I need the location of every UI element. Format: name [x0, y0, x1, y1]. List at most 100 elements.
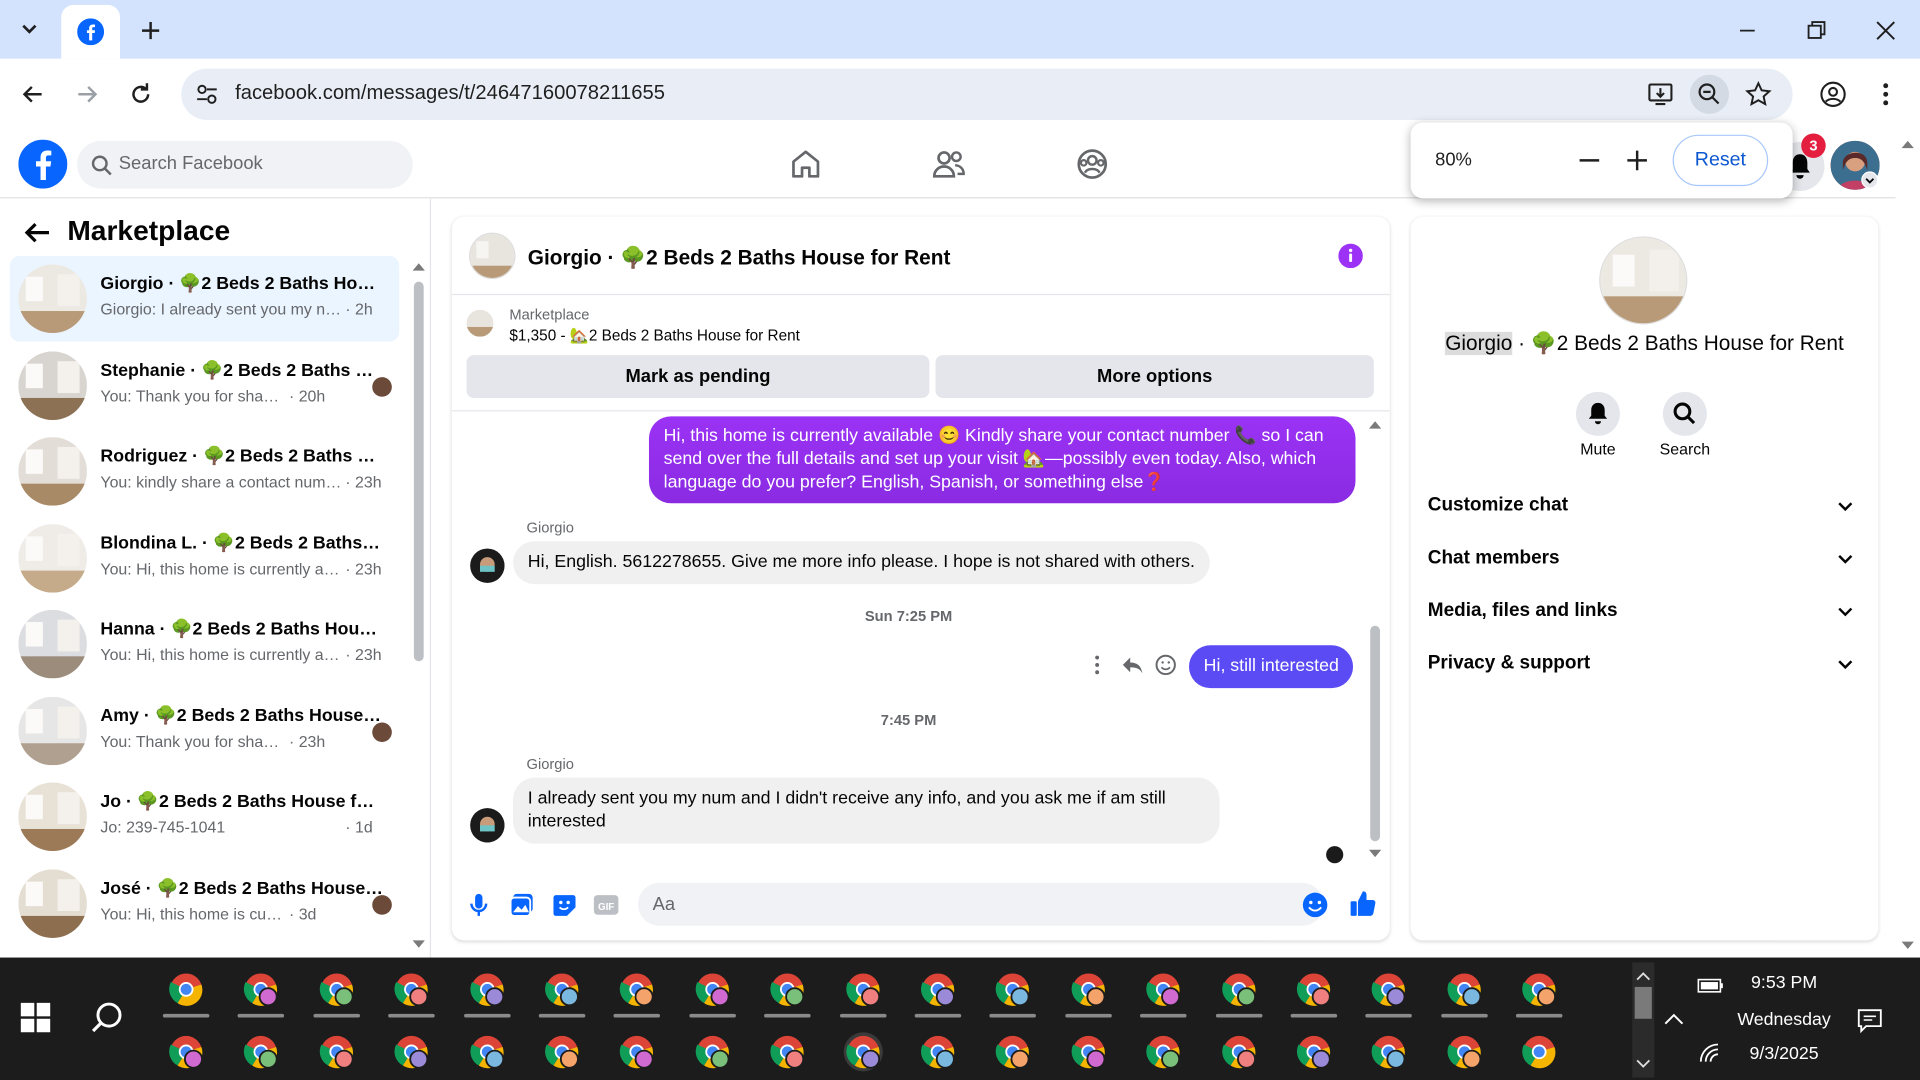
- page-scroll-up-icon[interactable]: [1900, 137, 1915, 149]
- chrome-taskbar-icon[interactable]: [167, 970, 206, 1009]
- clock-time[interactable]: 9:53 PM: [1729, 973, 1839, 993]
- gif-icon[interactable]: GIF: [593, 891, 620, 918]
- details-section-customize-chat[interactable]: Customize chat: [1428, 489, 1859, 526]
- chrome-taskbar-icon[interactable]: [768, 1032, 807, 1071]
- conversation-scrollbar[interactable]: [413, 281, 424, 662]
- chrome-taskbar-icon[interactable]: [317, 970, 356, 1009]
- message-incoming[interactable]: Hi, English. 5612278655. Give me more in…: [513, 541, 1210, 585]
- chat-scroll-up-icon[interactable]: [1368, 418, 1383, 430]
- chrome-taskbar-icon[interactable]: [1369, 970, 1408, 1009]
- chat-scroll-down-icon[interactable]: [1368, 849, 1383, 861]
- voice-clip-icon[interactable]: [467, 891, 491, 918]
- restore-button[interactable]: [1800, 15, 1832, 47]
- chrome-taskbar-icon[interactable]: [843, 1032, 883, 1072]
- chrome-taskbar-icon[interactable]: [167, 1032, 206, 1071]
- search-conversation-button[interactable]: [1662, 391, 1707, 436]
- chrome-taskbar-icon[interactable]: [467, 1032, 506, 1071]
- page-scroll-down-icon[interactable]: [1900, 940, 1915, 952]
- chrome-taskbar-icon[interactable]: [693, 970, 732, 1009]
- chrome-taskbar-icon[interactable]: [1520, 970, 1559, 1009]
- conversation-item[interactable]: Hanna · 🌳2 Beds 2 Baths House for Rent Yo…: [10, 601, 399, 687]
- zoom-reset-button[interactable]: Reset: [1672, 134, 1769, 187]
- back-arrow-icon[interactable]: [22, 218, 54, 247]
- browser-menu-icon[interactable]: [1873, 80, 1897, 109]
- chrome-taskbar-icon[interactable]: [1219, 1032, 1258, 1071]
- sender-avatar[interactable]: [470, 808, 505, 843]
- chat-avatar[interactable]: [468, 232, 516, 280]
- message-incoming[interactable]: I already sent you my num and I didn't r…: [513, 777, 1220, 844]
- chrome-taskbar-icon[interactable]: [618, 970, 657, 1009]
- chrome-taskbar-icon[interactable]: [1219, 970, 1258, 1009]
- zoom-icon[interactable]: [1689, 74, 1729, 114]
- chrome-taskbar-icon[interactable]: [1144, 970, 1183, 1009]
- sender-avatar[interactable]: [470, 548, 505, 583]
- clock-day[interactable]: Wednesday: [1729, 1010, 1839, 1030]
- photo-icon[interactable]: [508, 891, 535, 918]
- chrome-taskbar-icon[interactable]: [918, 970, 957, 1009]
- listing-detail[interactable]: $1,350 - 🏡2 Beds 2 Baths House for Rent: [509, 327, 799, 345]
- tab-facebook[interactable]: [61, 4, 121, 59]
- site-info-icon[interactable]: [193, 81, 220, 108]
- taskbar-search-button[interactable]: [88, 999, 127, 1038]
- conversation-item[interactable]: Blondina L. · 🌳2 Beds 2 Baths House for …: [10, 515, 399, 601]
- nav-groups[interactable]: [1070, 142, 1114, 186]
- tab-list-button[interactable]: [12, 15, 46, 44]
- conversation-item[interactable]: Jo · 🌳2 Beds 2 Baths House for Rent Jo: 2…: [10, 774, 399, 860]
- minimize-button[interactable]: [1731, 15, 1763, 47]
- taskbar-scroll[interactable]: [1632, 962, 1655, 1078]
- message-more-icon[interactable]: [1089, 654, 1106, 676]
- conversation-item[interactable]: José · 🌳2 Beds 2 Baths House for Rent You…: [10, 860, 399, 946]
- emoji-icon[interactable]: [1302, 891, 1329, 918]
- scroll-down-arrow-icon[interactable]: [411, 939, 426, 951]
- details-section-media-files-and-links[interactable]: Media, files and links: [1428, 594, 1859, 631]
- chrome-taskbar-icon[interactable]: [317, 1032, 356, 1071]
- wifi-icon[interactable]: [1697, 1041, 1724, 1063]
- chrome-taskbar-icon[interactable]: [1445, 970, 1484, 1009]
- chrome-taskbar-icon[interactable]: [242, 970, 281, 1009]
- chat-title[interactable]: Giorgio · 🌳2 Beds 2 Baths House for Rent: [528, 246, 951, 270]
- scroll-up-arrow-icon[interactable]: [411, 260, 426, 272]
- chrome-taskbar-icon[interactable]: [693, 1032, 732, 1071]
- chrome-taskbar-icon[interactable]: [918, 1032, 957, 1071]
- start-button[interactable]: [20, 1002, 52, 1034]
- details-avatar[interactable]: [1599, 236, 1688, 325]
- conversation-item[interactable]: Giorgio · 🌳2 Beds 2 Baths House for Rent…: [9, 255, 400, 342]
- reply-icon[interactable]: [1120, 654, 1144, 676]
- nav-friends[interactable]: [927, 142, 971, 186]
- sticker-icon[interactable]: [551, 891, 578, 918]
- chrome-taskbar-icon[interactable]: [994, 970, 1033, 1009]
- info-icon[interactable]: [1338, 243, 1363, 269]
- chrome-taskbar-icon[interactable]: [1144, 1032, 1183, 1071]
- zoom-in-button[interactable]: [1621, 144, 1653, 176]
- message-outgoing[interactable]: Hi, this home is currently available 😊 K…: [648, 416, 1356, 504]
- like-thumb-icon[interactable]: [1348, 889, 1377, 918]
- chat-scrollbar[interactable]: [1370, 625, 1381, 842]
- back-button[interactable]: [17, 78, 49, 110]
- chrome-taskbar-icon[interactable]: [542, 1032, 581, 1071]
- new-tab-button[interactable]: [135, 15, 167, 47]
- chrome-taskbar-icon[interactable]: [1294, 1032, 1333, 1071]
- chrome-taskbar-icon[interactable]: [242, 1032, 281, 1071]
- chrome-taskbar-icon[interactable]: [1445, 1032, 1484, 1071]
- conversation-item[interactable]: Stephanie · 🌳2 Beds 2 Baths House for Re…: [10, 342, 399, 428]
- clock-date[interactable]: 9/3/2025: [1729, 1044, 1839, 1064]
- chrome-taskbar-icon[interactable]: [392, 970, 431, 1009]
- chrome-taskbar-icon[interactable]: [768, 970, 807, 1009]
- reload-button[interactable]: [125, 78, 157, 110]
- chrome-taskbar-icon[interactable]: [1069, 970, 1108, 1009]
- chrome-taskbar-icon[interactable]: [1069, 1032, 1108, 1071]
- notification-center-icon[interactable]: [1856, 1007, 1883, 1034]
- react-smiley-icon[interactable]: [1155, 654, 1177, 676]
- details-section-chat-members[interactable]: Chat members: [1428, 541, 1859, 578]
- mute-button[interactable]: [1575, 391, 1621, 436]
- chrome-taskbar-icon[interactable]: [542, 970, 581, 1009]
- facebook-logo-icon[interactable]: [18, 139, 68, 189]
- details-name[interactable]: Giorgio: [1445, 331, 1513, 356]
- conversation-item[interactable]: Rodriguez · 🌳2 Beds 2 Baths House for Re…: [10, 429, 399, 515]
- bookmark-star-icon[interactable]: [1744, 80, 1773, 109]
- chrome-taskbar-icon[interactable]: [1520, 1032, 1559, 1071]
- show-hidden-icons[interactable]: [1663, 1010, 1685, 1027]
- chrome-taskbar-icon[interactable]: [467, 970, 506, 1009]
- chrome-taskbar-icon[interactable]: [392, 1032, 431, 1071]
- close-window-button[interactable]: [1870, 15, 1902, 47]
